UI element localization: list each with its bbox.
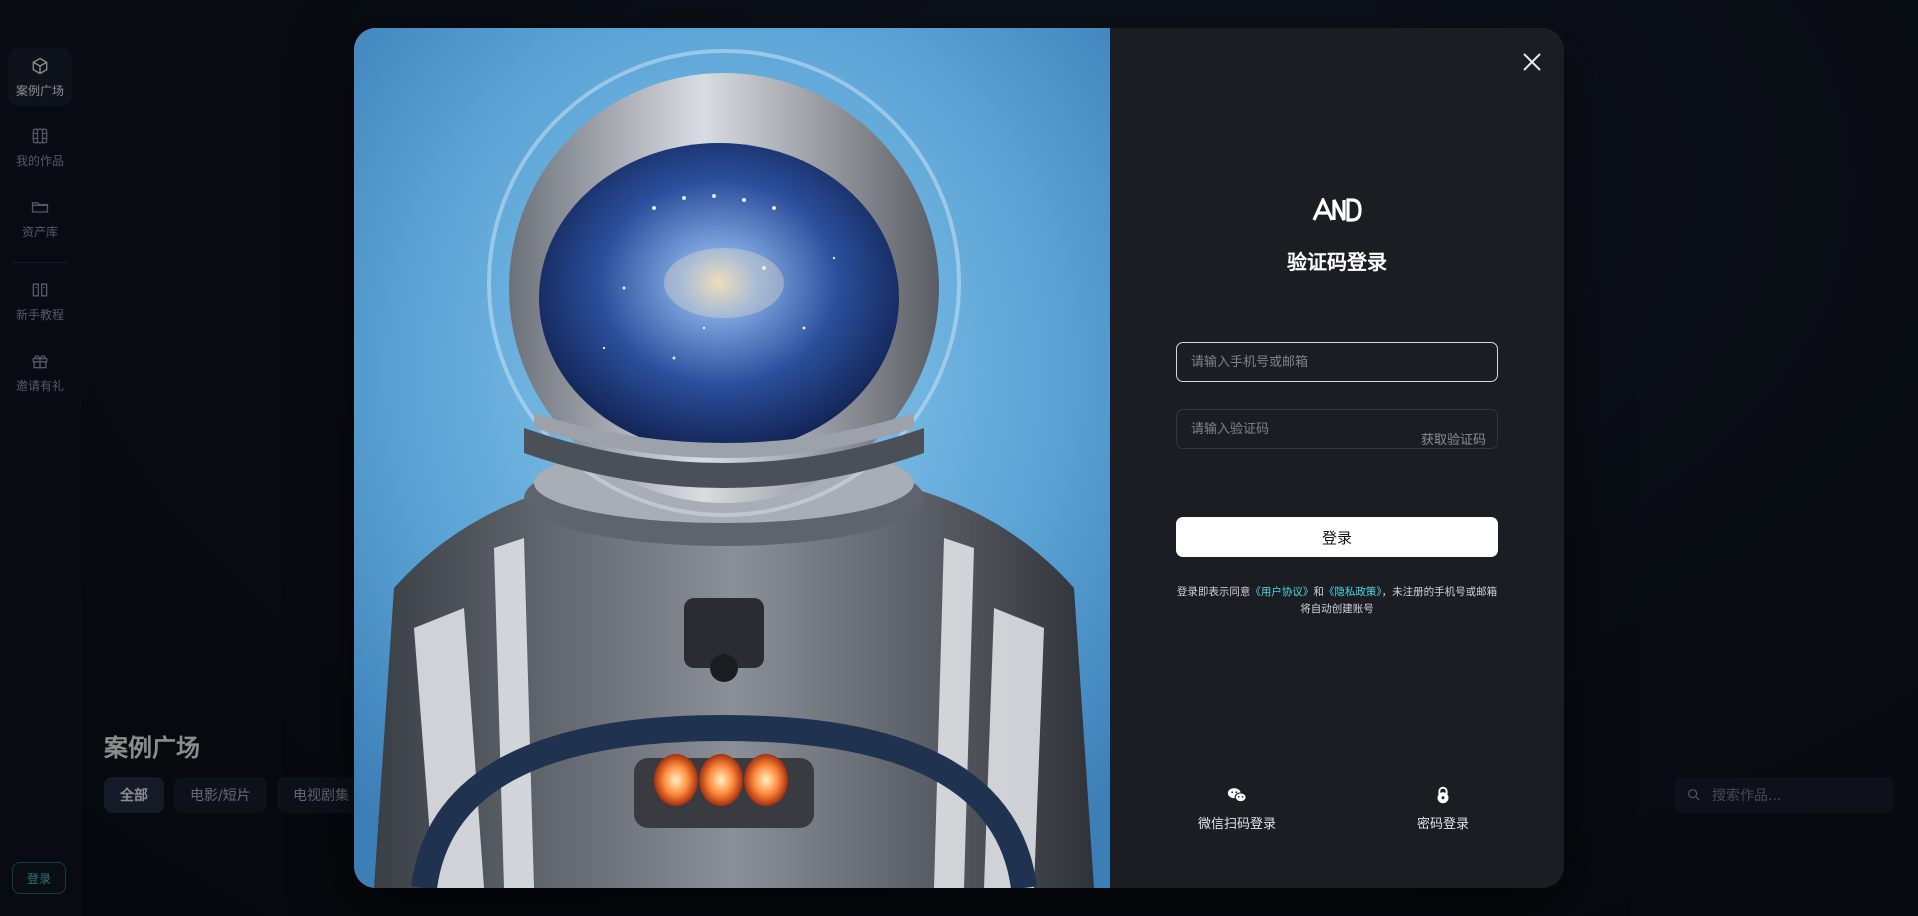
wechat-login-button[interactable]: 微信扫码登录: [1198, 784, 1276, 832]
login-modal: 验证码登录 获取验证码 登录 登录即表示同意《用户协议》和《隐私政策》，未注册的…: [354, 28, 1564, 888]
agreement-text: 登录即表示同意《用户协议》和《隐私政策》，未注册的手机号或邮箱将自动创建账号: [1176, 584, 1498, 618]
close-icon: [1523, 53, 1541, 71]
login-panel: 验证码登录 获取验证码 登录 登录即表示同意《用户协议》和《隐私政策》，未注册的…: [1110, 28, 1564, 888]
login-title: 验证码登录: [1287, 250, 1387, 274]
user-agreement-link[interactable]: 《用户协议》: [1250, 586, 1313, 598]
privacy-policy-link[interactable]: 《隐私政策》: [1324, 586, 1382, 598]
logo-mark: [1312, 198, 1362, 222]
login-submit-button[interactable]: 登录: [1176, 517, 1498, 557]
wechat-login-label: 微信扫码登录: [1198, 817, 1277, 832]
account-input[interactable]: [1176, 342, 1498, 382]
agreement-prefix: 登录即表示同意: [1176, 586, 1251, 598]
close-button[interactable]: [1518, 48, 1546, 76]
lock-icon: [1437, 786, 1449, 804]
agreement-and: 和: [1313, 586, 1324, 598]
password-login-button[interactable]: 密码登录: [1417, 784, 1469, 832]
password-login-label: 密码登录: [1417, 817, 1470, 832]
wechat-icon: [1227, 788, 1247, 803]
get-code-button[interactable]: 获取验证码: [1416, 421, 1486, 461]
astronaut-illustration: [354, 28, 1110, 888]
brand-logo: [1110, 198, 1564, 222]
astronaut-hero-image: [354, 28, 1110, 888]
